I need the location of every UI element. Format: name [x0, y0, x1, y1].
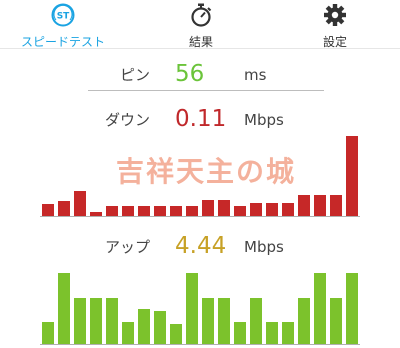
upload-bar: [106, 298, 118, 344]
tab-bar: ST スピードテスト 結果 設定: [0, 0, 400, 50]
upload-bar: [314, 273, 326, 344]
svg-text:ST: ST: [57, 12, 70, 22]
upload-unit: Mbps: [244, 238, 284, 256]
upload-row: アップ 4.44 Mbps: [0, 232, 400, 262]
stopwatch-icon: [138, 3, 264, 31]
download-bar: [154, 206, 166, 216]
download-bar: [106, 206, 118, 216]
upload-value: 4.44: [175, 233, 227, 259]
download-bar: [122, 206, 134, 216]
tab-settings[interactable]: 設定: [272, 0, 398, 50]
download-bar: [74, 191, 86, 216]
download-bar: [250, 203, 262, 216]
watermark-text: 吉祥天主の城: [115, 155, 296, 188]
upload-bar-chart: [40, 262, 360, 344]
upload-bar: [250, 298, 262, 344]
upload-bar: [202, 298, 214, 344]
upload-bar: [282, 322, 294, 344]
download-bar: [298, 195, 310, 216]
ping-row: ピン 56 ms: [0, 60, 400, 90]
ping-divider: [88, 90, 324, 91]
download-bar: [330, 195, 342, 216]
tab-speedtest[interactable]: ST スピードテスト: [0, 0, 126, 50]
upload-bar: [58, 273, 70, 344]
upload-bar: [154, 311, 166, 344]
upload-bar: [234, 322, 246, 344]
download-bar: [186, 206, 198, 216]
ping-value: 56: [175, 61, 205, 87]
download-chart-baseline: [40, 216, 360, 217]
tab-results[interactable]: 結果: [138, 0, 264, 50]
download-bar: [282, 203, 294, 216]
download-bar: [170, 206, 182, 216]
upload-bar: [346, 273, 358, 344]
download-bar: [314, 195, 326, 216]
download-bar: [346, 136, 358, 216]
download-bar: [202, 200, 214, 216]
upload-bar: [298, 298, 310, 344]
upload-bar: [330, 298, 342, 344]
download-bar: [138, 206, 150, 216]
upload-bar: [218, 298, 230, 344]
ping-unit: ms: [244, 66, 267, 84]
tab-bar-divider: [0, 48, 400, 49]
upload-label: アップ: [104, 238, 150, 256]
upload-bar: [90, 298, 102, 344]
upload-bar: [138, 309, 150, 344]
upload-bar: [170, 324, 182, 344]
upload-bar: [266, 322, 278, 344]
download-bar: [234, 206, 246, 216]
upload-bar: [186, 273, 198, 344]
download-bar: [218, 200, 230, 216]
upload-bar: [122, 322, 134, 344]
ping-label: ピン: [119, 66, 150, 84]
download-bar: [58, 201, 70, 216]
download-bar: [42, 204, 54, 216]
upload-bar: [42, 322, 54, 344]
upload-chart-baseline: [40, 344, 360, 345]
download-bar: [266, 203, 278, 216]
upload-bar: [74, 298, 86, 344]
speedtest-logo-icon: ST: [0, 3, 126, 31]
gear-icon: [272, 3, 398, 31]
